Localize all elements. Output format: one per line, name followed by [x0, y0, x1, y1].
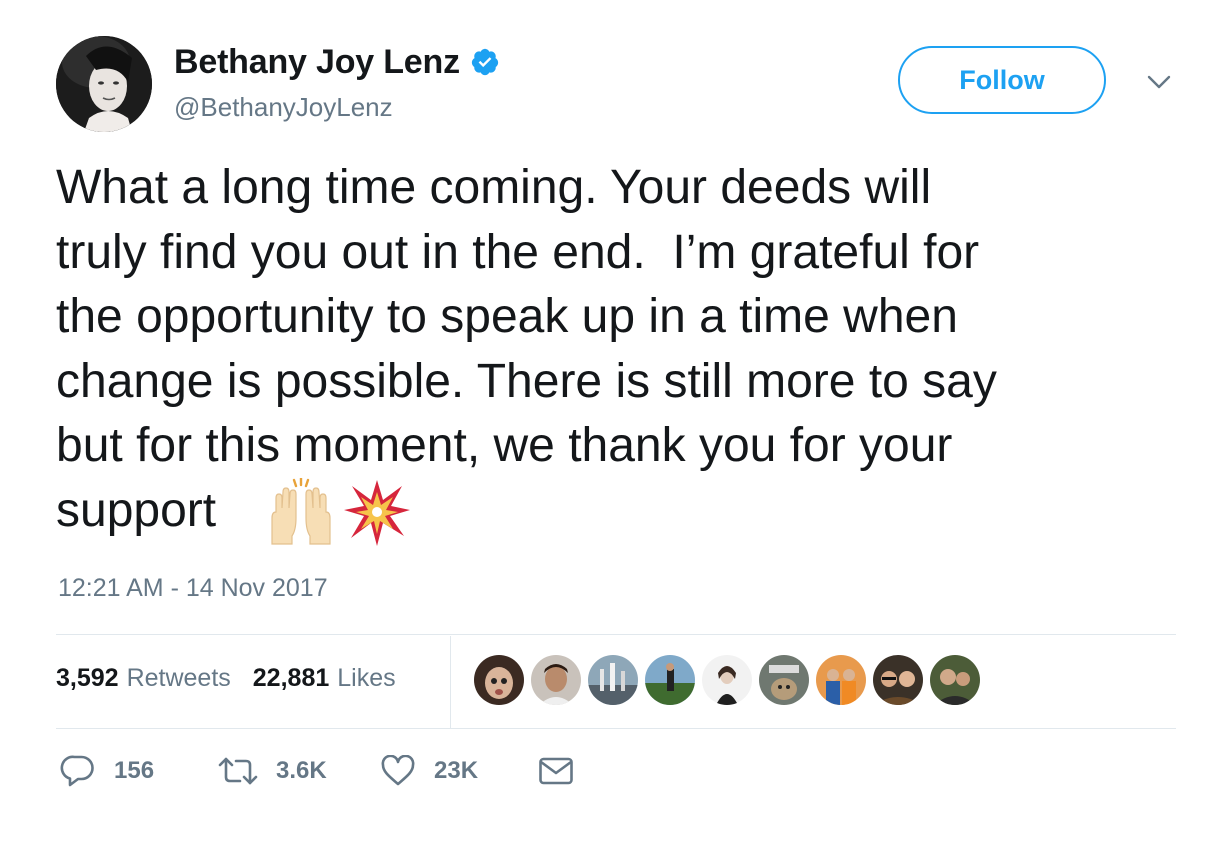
- liker-avatar[interactable]: [474, 655, 524, 705]
- divider-bottom: [56, 728, 1176, 729]
- liker-avatars: [474, 655, 987, 705]
- likes-count: 22,881: [252, 664, 330, 692]
- tweet-card: Bethany Joy Lenz @BethanyJoyLenz Follow …: [0, 0, 1222, 842]
- chevron-down-icon[interactable]: [1144, 70, 1174, 94]
- tweet-actions: 156 3.6K 23K: [60, 754, 574, 788]
- retweet-count: 3.6K: [276, 757, 327, 784]
- emoji-row: [266, 478, 412, 548]
- liker-avatar[interactable]: [930, 655, 980, 705]
- avatar-photo: [56, 36, 152, 132]
- direct-message-button[interactable]: [538, 756, 574, 786]
- divider-top: [56, 634, 1176, 635]
- engagement-stats: 3,592 Retweets 22,881 Likes: [56, 664, 418, 693]
- like-count: 23K: [434, 757, 479, 784]
- liker-avatar[interactable]: [702, 655, 752, 705]
- reply-icon: [60, 755, 94, 787]
- display-name[interactable]: Bethany Joy Lenz: [174, 43, 460, 82]
- retweets-count: 3,592: [56, 664, 119, 692]
- name-row: Bethany Joy Lenz: [174, 43, 500, 82]
- tweet-timestamp[interactable]: 12:21 AM - 14 Nov 2017: [58, 574, 328, 603]
- retweet-icon: [218, 757, 258, 785]
- stats-separator: [450, 636, 451, 728]
- follow-button[interactable]: Follow: [898, 46, 1106, 114]
- retweet-button[interactable]: 3.6K: [218, 755, 380, 787]
- envelope-icon: [539, 757, 573, 785]
- liker-avatar[interactable]: [531, 655, 581, 705]
- liker-avatar[interactable]: [645, 655, 695, 705]
- user-handle[interactable]: @BethanyJoyLenz: [174, 92, 393, 123]
- verified-badge-icon: [471, 48, 498, 76]
- user-avatar[interactable]: [56, 36, 152, 132]
- retweets-label: Retweets: [126, 664, 231, 692]
- tweet-text: What a long time coming. Your deeds will…: [56, 161, 997, 537]
- like-button[interactable]: 23K: [380, 755, 538, 787]
- liker-avatar[interactable]: [588, 655, 638, 705]
- liker-avatar[interactable]: [873, 655, 923, 705]
- liker-avatar[interactable]: [759, 655, 809, 705]
- raising-hands-emoji: [271, 478, 331, 545]
- likes-label: Likes: [337, 664, 396, 692]
- likes-stat[interactable]: 22,881 Likes: [253, 664, 396, 693]
- heart-icon: [381, 755, 415, 786]
- reply-count: 156: [114, 757, 155, 784]
- reply-button[interactable]: 156: [60, 754, 218, 788]
- collision-emoji: [344, 480, 410, 546]
- liker-avatar[interactable]: [816, 655, 866, 705]
- retweets-stat[interactable]: 3,592 Retweets: [56, 664, 231, 693]
